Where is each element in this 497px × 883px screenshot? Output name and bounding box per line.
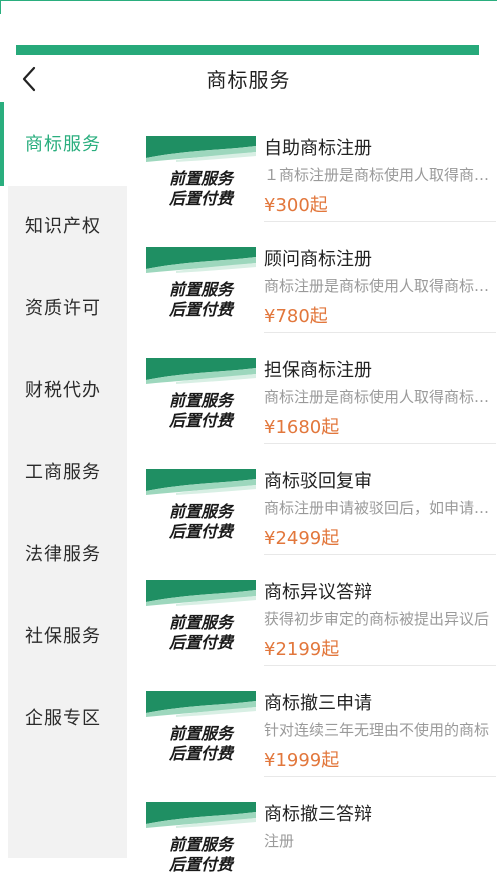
thumbnail-text-line2: 后置付费 (168, 855, 235, 874)
thumbnail-text-line2: 后置付费 (168, 300, 235, 319)
left-accent-line (0, 0, 1, 14)
thumbnail-text-line2: 后置付费 (168, 189, 235, 208)
divider (264, 776, 496, 777)
product-price: ¥780起 (264, 306, 328, 327)
sidebar-item-enterprise[interactable]: 企服专区 (8, 676, 127, 758)
thumbnail-text-line1: 前置服务 (169, 502, 235, 521)
product-thumbnail: 前置服务 后置付费 (146, 358, 256, 436)
product-card[interactable]: 前置服务 后置付费 顾问商标注册 商标注册是商标使用人取得商标专用权的前提 ¥7… (146, 237, 496, 337)
thumbnail-text-line2: 后置付费 (168, 522, 235, 541)
product-description: 注册 (264, 832, 295, 850)
product-title: 商标驳回复审 (264, 471, 372, 492)
product-price: ¥1680起 (264, 417, 340, 438)
product-thumbnail: 前置服务 后置付费 (146, 802, 256, 880)
product-description: 商标注册申请被驳回后，如申请人不服 (264, 499, 492, 517)
category-sidebar: 商标服务 知识产权 资质许可 财税代办 工商服务 法律服务 社保服务 企服专区 (0, 102, 128, 883)
sidebar-item-legal[interactable]: 法律服务 (8, 512, 127, 594)
thumbnail-text-line1: 前置服务 (169, 280, 235, 299)
sidebar-item-tax[interactable]: 财税代办 (8, 348, 127, 430)
product-thumbnail: 前置服务 后置付费 (146, 691, 256, 769)
product-thumbnail: 前置服务 后置付费 (146, 580, 256, 658)
product-title: 自助商标注册 (264, 138, 372, 159)
page-title: 商标服务 (206, 68, 291, 92)
product-description: 获得初步审定的商标被提出异议后 (264, 610, 490, 628)
product-price: ¥2499起 (264, 528, 340, 549)
product-thumbnail: 前置服务 后置付费 (146, 469, 256, 547)
thumbnail-text-line2: 后置付费 (168, 411, 235, 430)
top-green-bar (16, 45, 479, 55)
product-card[interactable]: 前置服务 后置付费 商标异议答辩 获得初步审定的商标被提出异议后 ¥2199起 (146, 570, 496, 670)
sidebar-item-business[interactable]: 工商服务 (8, 430, 127, 512)
divider (264, 221, 496, 222)
thumbnail-text-line1: 前置服务 (169, 613, 235, 632)
product-title: 担保商标注册 (264, 360, 372, 381)
thumbnail-text-line2: 后置付费 (168, 633, 235, 652)
product-card[interactable]: 前置服务 后置付费 商标撤三答辩 注册 (146, 792, 496, 883)
product-card[interactable]: 前置服务 后置付费 商标驳回复审 商标注册申请被驳回后，如申请人不服 ¥2499… (146, 459, 496, 559)
sidebar-item-license[interactable]: 资质许可 (8, 266, 127, 348)
product-thumbnail: 前置服务 后置付费 (146, 136, 256, 214)
product-description: 针对连续三年无理由不使用的商标 (264, 721, 490, 739)
thumbnail-text-line1: 前置服务 (169, 835, 235, 854)
sidebar-item-ip[interactable]: 知识产权 (8, 184, 127, 266)
thumbnail-text-line1: 前置服务 (169, 391, 235, 410)
thumbnail-text-line1: 前置服务 (169, 169, 235, 188)
product-price: ¥2199起 (264, 639, 340, 660)
divider (264, 554, 496, 555)
product-price: ¥300起 (264, 195, 328, 216)
product-card[interactable]: 前置服务 后置付费 担保商标注册 商标注册是商标使用人取得商标专用权的前提 ¥1… (146, 348, 496, 448)
product-description: 商标注册是商标使用人取得商标专用权的前提 (264, 388, 492, 406)
product-card[interactable]: 前置服务 后置付费 自助商标注册 １商标注册是商标使用人取得商标专用权的前提 ¥… (146, 126, 496, 226)
product-description: 商标注册是商标使用人取得商标专用权的前提 (264, 277, 492, 295)
top-accent-line (0, 0, 497, 1)
sidebar-item-trademark[interactable]: 商标服务 (8, 102, 127, 184)
product-title: 商标异议答辩 (264, 582, 372, 603)
product-title: 顾问商标注册 (264, 249, 372, 270)
sidebar-item-social-security[interactable]: 社保服务 (8, 594, 127, 676)
product-price: ¥1999起 (264, 750, 340, 771)
product-title: 商标撤三答辩 (264, 804, 372, 825)
divider (264, 443, 496, 444)
product-card[interactable]: 前置服务 后置付费 商标撤三申请 针对连续三年无理由不使用的商标 ¥1999起 (146, 681, 496, 781)
product-title: 商标撤三申请 (264, 693, 372, 714)
active-indicator (0, 102, 4, 186)
product-thumbnail: 前置服务 后置付费 (146, 247, 256, 325)
product-description: １商标注册是商标使用人取得商标专用权的前提 (264, 166, 492, 184)
thumbnail-text-line1: 前置服务 (169, 724, 235, 743)
thumbnail-text-line2: 后置付费 (168, 744, 235, 763)
header: 商标服务 (0, 56, 497, 100)
divider (264, 332, 496, 333)
divider (264, 665, 496, 666)
